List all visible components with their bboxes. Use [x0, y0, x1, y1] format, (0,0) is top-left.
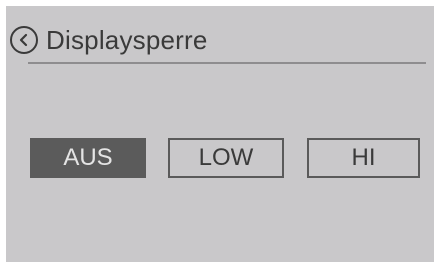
header: Displaysperre: [10, 22, 208, 58]
option-hi-button[interactable]: HI: [307, 138, 420, 178]
page-title: Displaysperre: [46, 25, 208, 55]
chevron-left-icon: [19, 33, 28, 47]
option-low-button[interactable]: LOW: [168, 138, 284, 178]
lock-mode-selector: AUS LOW HI: [30, 138, 420, 178]
back-button[interactable]: [10, 26, 38, 54]
option-aus-button[interactable]: AUS: [30, 138, 146, 178]
display-lock-screen: Displaysperre AUS LOW HI: [6, 6, 434, 262]
header-divider: [28, 62, 426, 64]
